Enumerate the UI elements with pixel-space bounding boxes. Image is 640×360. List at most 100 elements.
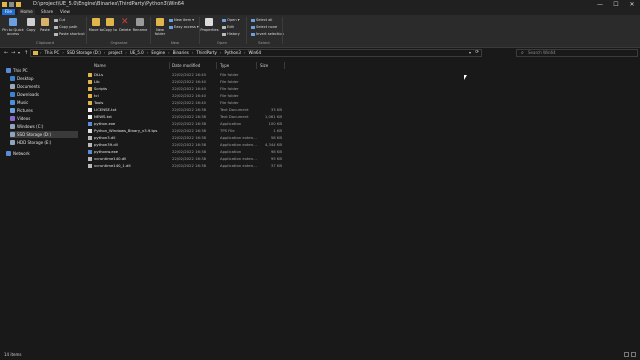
search-box[interactable]: ⌕ Search Win64: [516, 49, 638, 57]
column-header-date-modified[interactable]: Date modified: [172, 62, 200, 69]
close-button[interactable]: ✕: [624, 0, 640, 9]
properties-icon[interactable]: [9, 2, 14, 7]
file-type: Text Document: [220, 107, 249, 112]
column-header-name[interactable]: Name: [94, 62, 106, 69]
properties-button[interactable]: Properties: [200, 28, 219, 32]
sidebar-item-this-pc[interactable]: This PC: [6, 67, 78, 74]
table-row[interactable]: pythonw.exe 22/02/2022 16:38 Application 98…: [84, 148, 284, 155]
column-header-type[interactable]: Type: [220, 62, 229, 69]
pin-to-quick-access-button[interactable]: Pin to Quick access: [2, 28, 24, 36]
table-row[interactable]: Scripts 22/02/2022 16:40 File folder: [84, 85, 284, 92]
minimize-button[interactable]: —: [592, 0, 608, 9]
breadcrumb-item[interactable]: Python3: [225, 50, 241, 56]
breadcrumb-item[interactable]: UE_5.0: [130, 50, 144, 56]
recent-locations-button[interactable]: ▾: [18, 49, 20, 57]
new-folder-button[interactable]: New folder: [152, 28, 168, 36]
up-button[interactable]: ↑: [24, 49, 28, 57]
refresh-icon[interactable]: ⟳: [475, 50, 479, 56]
file-name: vcruntime140.dll: [88, 155, 126, 162]
dll-file-icon: [88, 163, 92, 168]
sidebar-item-music[interactable]: Music: [10, 99, 78, 106]
new-folder-icon[interactable]: [16, 2, 21, 7]
table-row[interactable]: tcl 22/02/2022 16:40 File folder: [84, 92, 284, 99]
select-all-button[interactable]: Select all: [251, 18, 272, 22]
file-type: Application exten...: [220, 163, 257, 168]
back-button[interactable]: ←: [4, 49, 8, 57]
file-icon: [88, 128, 92, 133]
sidebar-item-videos[interactable]: Videos: [10, 115, 78, 122]
application-icon: [88, 149, 92, 154]
table-row[interactable]: Lib 22/02/2022 16:40 File folder: [84, 78, 284, 85]
breadcrumb-item[interactable]: Engine: [151, 50, 165, 56]
new-item-button[interactable]: New item ▾: [169, 18, 194, 22]
copy-to-button[interactable]: Copy to: [102, 28, 118, 32]
sidebar-item-windows-c[interactable]: Windows (C:): [10, 123, 78, 130]
address-input[interactable]: › This PC › SSD Storage (D:) › project › UE…: [30, 49, 482, 57]
file-name: python.exe: [88, 120, 115, 127]
history-button[interactable]: History: [222, 32, 240, 36]
breadcrumb-item[interactable]: ThirdParty: [196, 50, 216, 56]
copy-button[interactable]: Copy: [24, 28, 38, 32]
forward-button[interactable]: →: [11, 49, 15, 57]
sidebar-item-hdd-storage-e[interactable]: HDD Storage (E:): [10, 139, 78, 146]
invert-selection-button[interactable]: Invert selection: [251, 32, 284, 36]
breadcrumb-item[interactable]: SSD Storage (D:): [67, 50, 101, 56]
sidebar-item-documents[interactable]: Documents: [10, 83, 78, 90]
breadcrumb-item[interactable]: Win64: [249, 50, 262, 56]
sidebar-item-downloads[interactable]: Downloads: [10, 91, 78, 98]
table-row[interactable]: NEWS.txt 22/02/2022 16:38 Text Document 1,0…: [84, 113, 284, 120]
folder-icon: [88, 86, 92, 91]
paste-shortcut-button[interactable]: Paste shortcut: [54, 32, 85, 36]
sidebar-item-desktop[interactable]: Desktop: [10, 75, 78, 82]
table-row[interactable]: python3.dll 22/02/2022 16:38 Application e…: [84, 134, 284, 141]
file-date: 22/02/2022 16:38: [172, 121, 207, 126]
folder-icon: [88, 72, 92, 77]
copy-path-button[interactable]: Copy path: [54, 25, 77, 29]
divider: [216, 62, 217, 69]
folder-icon: [2, 2, 7, 7]
table-row[interactable]: python.exe 22/02/2022 16:38 Application 100…: [84, 120, 284, 127]
table-row[interactable]: Python_Windows_Binary_v3.9.tps 22/02/2022…: [84, 127, 284, 134]
rename-button[interactable]: Rename: [132, 28, 148, 32]
mouse-cursor: [464, 75, 467, 80]
divider: [169, 62, 170, 69]
table-row[interactable]: python39.dll 22/02/2022 16:38 Application …: [84, 141, 284, 148]
cut-button[interactable]: Cut: [54, 18, 65, 22]
file-size: 4,344 KB: [264, 142, 282, 147]
table-row[interactable]: vcruntime140_1.dll 22/02/2022 16:38 Applic…: [84, 162, 284, 169]
table-row[interactable]: Tools 22/02/2022 16:40 File folder: [84, 99, 284, 106]
file-type: Text Document: [220, 114, 249, 119]
open-button[interactable]: Open ▾: [222, 18, 240, 22]
search-icon: ⌕: [521, 50, 524, 56]
sidebar-item-pictures[interactable]: Pictures: [10, 107, 78, 114]
large-icons-view-button[interactable]: [631, 352, 636, 357]
select-none-button[interactable]: Select none: [251, 25, 277, 29]
file-type: File folder: [220, 86, 239, 91]
delete-button[interactable]: Delete: [117, 28, 133, 32]
breadcrumb-item[interactable]: project: [108, 50, 122, 56]
address-dropdown-icon[interactable]: ▾: [469, 50, 471, 56]
move-to-icon: [92, 18, 100, 26]
maximize-button[interactable]: ☐: [608, 0, 624, 9]
view-switcher: [624, 352, 636, 357]
breadcrumb-item[interactable]: This PC: [45, 50, 60, 56]
paste-button[interactable]: Paste: [38, 28, 52, 32]
copy-icon: [27, 18, 35, 26]
table-row[interactable]: LICENSE.txt 22/02/2022 16:38 Text Document…: [84, 106, 284, 113]
file-date: 22/02/2022 16:38: [172, 135, 207, 140]
sidebar-item-network[interactable]: Network: [6, 150, 78, 157]
easy-access-button[interactable]: Easy access ▾: [169, 25, 199, 29]
edit-button[interactable]: Edit: [222, 25, 234, 29]
file-name: pythonw.exe: [88, 148, 118, 155]
file-date: 22/02/2022 16:40: [172, 100, 207, 105]
table-row[interactable]: DLLs 22/02/2022 16:40 File folder: [84, 71, 284, 78]
file-name: DLLs: [88, 71, 103, 78]
delete-icon: ✕: [121, 17, 129, 27]
table-row[interactable]: vcruntime140.dll 22/02/2022 16:38 Applicat…: [84, 155, 284, 162]
desktop-icon: [10, 76, 15, 81]
file-list: Name Date modified Type Size DLLs 22/02/2…: [84, 62, 640, 346]
breadcrumb-item[interactable]: Binaries: [173, 50, 189, 56]
details-view-button[interactable]: [624, 352, 629, 357]
column-header-size[interactable]: Size: [260, 62, 268, 69]
sidebar-item-ssd-storage-d[interactable]: SSD Storage (D:): [10, 131, 78, 138]
